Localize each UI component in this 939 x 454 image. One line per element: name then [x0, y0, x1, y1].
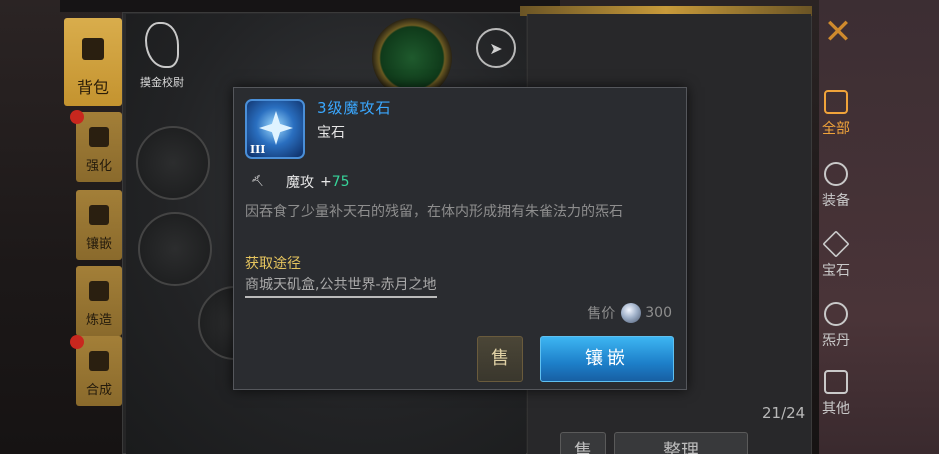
- source-title: 获取途径: [245, 256, 301, 272]
- swirl-icon: [824, 302, 848, 326]
- tab-bag[interactable]: 背包: [64, 18, 122, 106]
- character-logo: 摸金校尉: [134, 22, 190, 92]
- price-value: 300: [645, 305, 672, 321]
- wand-icon: ⚚: [247, 169, 271, 194]
- tab-enhance[interactable]: 强化: [76, 112, 122, 182]
- item-icon: III: [245, 99, 305, 159]
- notification-dot: [70, 335, 84, 349]
- tab-label: 合成: [85, 383, 112, 398]
- tab-combine[interactable]: 合成: [76, 336, 122, 406]
- filter-other[interactable]: 其他: [808, 370, 864, 418]
- sell-button[interactable]: 售: [477, 336, 523, 382]
- equipment-slot[interactable]: [136, 126, 210, 200]
- filter-equipment[interactable]: 装备: [808, 162, 864, 210]
- character-title: 摸金校尉: [140, 76, 184, 89]
- star-gem-icon: [259, 111, 293, 145]
- tab-forge[interactable]: 炼造: [76, 266, 122, 336]
- compass-arrow-icon: ➤: [489, 38, 503, 58]
- navigate-button[interactable]: ➤: [476, 28, 516, 68]
- item-name: 3级魔攻石: [317, 99, 392, 117]
- filter-label: 炁丹: [822, 333, 850, 349]
- equipment-slot[interactable]: [138, 212, 212, 286]
- stat-plus: +: [320, 174, 332, 190]
- filter-label: 其他: [822, 401, 850, 417]
- bag-icon: [89, 281, 109, 301]
- stat-row: ⚚ 魔攻 + 75: [247, 170, 350, 194]
- inlay-button[interactable]: 镶嵌: [540, 336, 674, 382]
- tab-label: 背包: [76, 78, 109, 97]
- bag-icon: [82, 38, 104, 60]
- filter-label: 宝石: [822, 263, 850, 279]
- source-link[interactable]: 商城天矶盒,公共世界-赤月之地: [245, 274, 437, 298]
- filter-label: 装备: [822, 193, 850, 209]
- item-description: 因吞食了少量补天石的残留，在体内形成拥有朱雀法力的炁石: [245, 204, 623, 220]
- shield-icon: [824, 162, 848, 186]
- stat-name: 魔攻: [286, 175, 314, 191]
- tab-label: 镶嵌: [85, 237, 112, 252]
- sell-price: 售价 300: [587, 303, 672, 323]
- calligraphy-emblem-icon: [145, 22, 179, 68]
- item-tooltip: III 3级魔攻石 宝石 ⚚ 魔攻 + 75 因吞食了少量补天石的残留，在体内形…: [233, 87, 687, 390]
- inventory-count: 21/24: [762, 404, 806, 422]
- top-strip: [60, 0, 560, 12]
- gem-icon: [822, 230, 850, 258]
- bag-icon: [89, 205, 109, 225]
- filter-label: 全部: [822, 121, 850, 137]
- weapon-slot[interactable]: [372, 18, 452, 98]
- filter-all[interactable]: 全部: [808, 90, 864, 138]
- silver-coin-icon: [621, 303, 642, 323]
- item-tier: III: [250, 143, 266, 156]
- close-icon[interactable]: ✕: [820, 14, 856, 50]
- stat-value: 75: [331, 174, 350, 190]
- tab-label: 强化: [85, 159, 112, 174]
- item-type: 宝石: [317, 125, 345, 141]
- grid-icon: [824, 90, 848, 114]
- price-label: 售价: [587, 306, 616, 322]
- tab-inlay[interactable]: 镶嵌: [76, 190, 122, 260]
- tab-label: 炼造: [85, 313, 112, 328]
- notification-dot: [70, 110, 84, 124]
- list-icon: [824, 370, 848, 394]
- sort-button[interactable]: 整理: [614, 432, 748, 454]
- bulk-sell-button[interactable]: 售: [560, 432, 606, 454]
- anvil-icon: [89, 127, 109, 147]
- filter-gem[interactable]: 宝石: [808, 230, 864, 280]
- hand-icon: [89, 351, 109, 371]
- filter-elixir[interactable]: 炁丹: [808, 302, 864, 350]
